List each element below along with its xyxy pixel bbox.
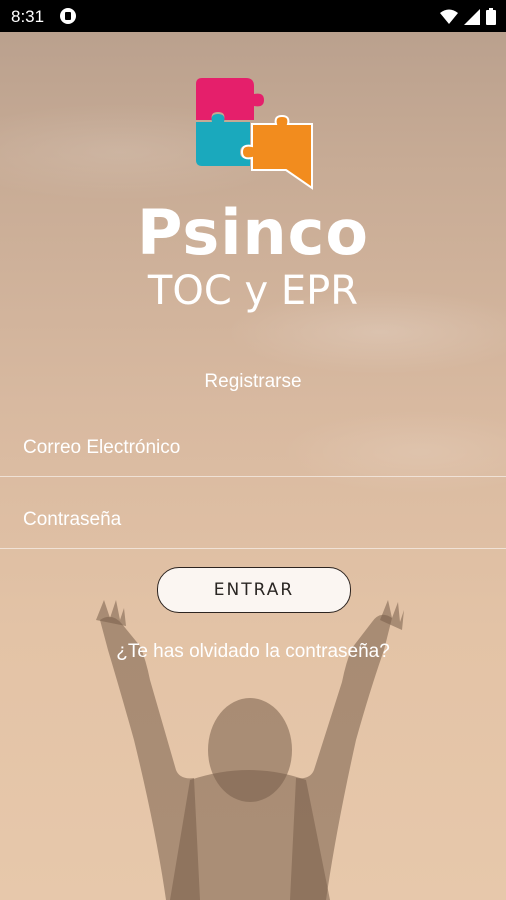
notification-icon <box>60 8 76 24</box>
battery-icon <box>486 8 496 25</box>
puzzle-logo-icon <box>196 78 313 190</box>
password-input[interactable] <box>21 508 495 532</box>
wifi-icon <box>440 9 458 24</box>
brand-subtitle: TOC y EPR <box>147 268 359 314</box>
email-field[interactable] <box>0 420 506 477</box>
password-field[interactable] <box>0 492 506 549</box>
system-icons <box>440 8 496 25</box>
register-link[interactable]: Registrarse <box>0 371 506 393</box>
signal-icon <box>464 8 480 25</box>
forgot-password-link[interactable]: ¿Te has olvidado la contraseña? <box>0 641 506 663</box>
email-input[interactable] <box>21 436 495 460</box>
brand-name: Psinco <box>137 196 369 269</box>
status-time: 8:31 <box>11 7 45 26</box>
status-bar: 8:31 <box>0 0 506 32</box>
